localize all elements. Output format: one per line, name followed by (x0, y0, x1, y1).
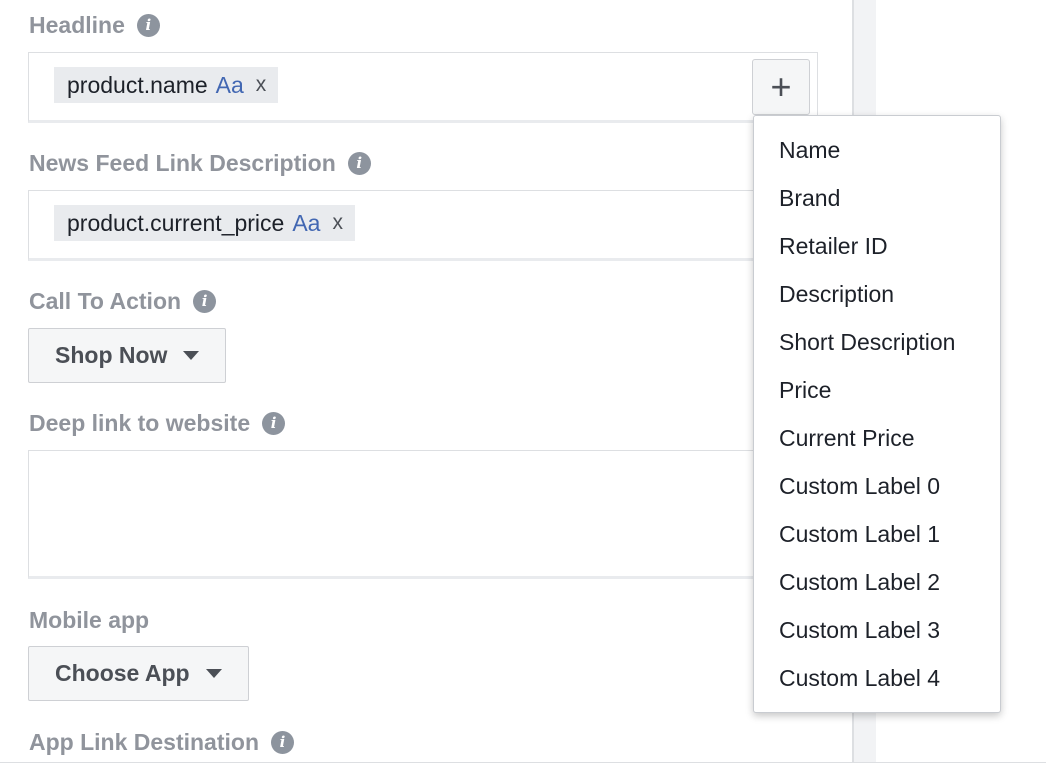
remove-token-button[interactable]: x (256, 73, 267, 97)
call-to-action-label: Call To Action i (29, 288, 217, 315)
text-style-toggle[interactable]: Aa (292, 210, 320, 237)
remove-token-button[interactable]: x (332, 211, 343, 235)
menu-item-price[interactable]: Price (754, 366, 1000, 414)
info-icon[interactable]: i (193, 290, 217, 313)
mobile-app-label: Mobile app (29, 607, 149, 634)
add-field-button[interactable]: + (752, 59, 810, 115)
headline-field[interactable]: product.name Aa x (28, 52, 818, 123)
token-text: product.name (67, 71, 208, 98)
menu-item-description[interactable]: Description (754, 270, 1000, 318)
app-link-destination-label-text: App Link Destination (29, 729, 259, 755)
deep-link-label-text: Deep link to website (29, 410, 251, 436)
plus-icon: + (770, 66, 792, 107)
info-icon[interactable]: i (271, 731, 294, 754)
link-description-token: product.current_price Aa x (54, 205, 355, 241)
bottom-rule (0, 762, 1046, 763)
menu-item-custom-label-0[interactable]: Custom Label 0 (754, 462, 1000, 510)
menu-item-name[interactable]: Name (754, 126, 1000, 174)
menu-item-custom-label-1[interactable]: Custom Label 1 (754, 510, 1000, 558)
headline-token: product.name Aa x (54, 67, 279, 103)
headline-label-text: Headline (29, 12, 125, 38)
token-text: product.current_price (67, 209, 285, 236)
menu-item-custom-label-3[interactable]: Custom Label 3 (754, 606, 1000, 654)
link-description-label-text: News Feed Link Description (29, 150, 336, 176)
info-icon[interactable]: i (136, 14, 160, 37)
info-icon[interactable]: i (347, 152, 371, 175)
deep-link-label: Deep link to website i (29, 410, 286, 437)
headline-label: Headline i (29, 12, 160, 39)
call-to-action-dropdown[interactable]: Shop Now (28, 328, 227, 383)
menu-item-short-description[interactable]: Short Description (754, 318, 1000, 366)
text-style-toggle[interactable]: Aa (216, 72, 244, 99)
link-description-label: News Feed Link Description i (29, 150, 371, 177)
menu-item-current-price[interactable]: Current Price (754, 414, 1000, 462)
link-description-field[interactable]: product.current_price Aa x (28, 190, 818, 261)
app-link-destination-label: App Link Destination i (29, 729, 294, 756)
menu-item-retailer-id[interactable]: Retailer ID (754, 222, 1000, 270)
info-icon[interactable]: i (262, 412, 286, 435)
call-to-action-label-text: Call To Action (29, 288, 182, 314)
menu-item-brand[interactable]: Brand (754, 174, 1000, 222)
call-to-action-value: Shop Now (55, 342, 168, 368)
menu-item-custom-label-4[interactable]: Custom Label 4 (754, 654, 1000, 702)
mobile-app-label-text: Mobile app (29, 607, 150, 633)
deep-link-input[interactable] (28, 450, 818, 579)
caret-down-icon (205, 669, 222, 678)
menu-item-custom-label-2[interactable]: Custom Label 2 (754, 558, 1000, 606)
choose-app-value: Choose App (55, 660, 190, 686)
choose-app-dropdown[interactable]: Choose App (28, 646, 249, 701)
caret-down-icon (183, 351, 200, 360)
field-picker-menu: Name Brand Retailer ID Description Short… (753, 115, 1001, 713)
